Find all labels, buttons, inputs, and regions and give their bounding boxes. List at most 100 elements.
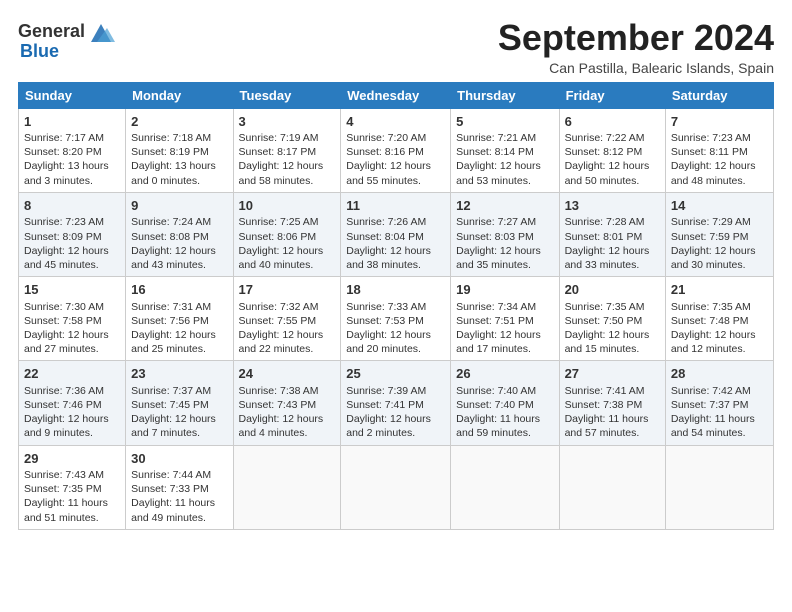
- day-info: Sunrise: 7:42 AMSunset: 7:37 PMDaylight:…: [671, 384, 768, 441]
- calendar-cell: [233, 445, 341, 529]
- header-wednesday: Wednesday: [341, 82, 451, 108]
- day-info: Sunrise: 7:23 AMSunset: 8:11 PMDaylight:…: [671, 131, 768, 188]
- day-info: Sunrise: 7:17 AMSunset: 8:20 PMDaylight:…: [24, 131, 120, 188]
- header-sunday: Sunday: [19, 82, 126, 108]
- day-info: Sunrise: 7:32 AMSunset: 7:55 PMDaylight:…: [239, 300, 336, 357]
- day-info: Sunrise: 7:30 AMSunset: 7:58 PMDaylight:…: [24, 300, 120, 357]
- calendar-cell: 29Sunrise: 7:43 AMSunset: 7:35 PMDayligh…: [19, 445, 126, 529]
- day-info: Sunrise: 7:19 AMSunset: 8:17 PMDaylight:…: [239, 131, 336, 188]
- week-row-5: 29Sunrise: 7:43 AMSunset: 7:35 PMDayligh…: [19, 445, 774, 529]
- calendar-cell: 7Sunrise: 7:23 AMSunset: 8:11 PMDaylight…: [665, 108, 773, 192]
- header-tuesday: Tuesday: [233, 82, 341, 108]
- day-number: 26: [456, 365, 553, 383]
- day-info: Sunrise: 7:40 AMSunset: 7:40 PMDaylight:…: [456, 384, 553, 441]
- day-number: 6: [565, 113, 660, 131]
- day-number: 17: [239, 281, 336, 299]
- calendar-cell: 18Sunrise: 7:33 AMSunset: 7:53 PMDayligh…: [341, 277, 451, 361]
- day-number: 3: [239, 113, 336, 131]
- calendar-cell: [341, 445, 451, 529]
- day-info: Sunrise: 7:25 AMSunset: 8:06 PMDaylight:…: [239, 215, 336, 272]
- day-info: Sunrise: 7:39 AMSunset: 7:41 PMDaylight:…: [346, 384, 445, 441]
- day-number: 24: [239, 365, 336, 383]
- week-row-4: 22Sunrise: 7:36 AMSunset: 7:46 PMDayligh…: [19, 361, 774, 445]
- day-number: 1: [24, 113, 120, 131]
- day-info: Sunrise: 7:27 AMSunset: 8:03 PMDaylight:…: [456, 215, 553, 272]
- calendar-cell: 6Sunrise: 7:22 AMSunset: 8:12 PMDaylight…: [559, 108, 665, 192]
- calendar-cell: 22Sunrise: 7:36 AMSunset: 7:46 PMDayligh…: [19, 361, 126, 445]
- calendar-cell: 15Sunrise: 7:30 AMSunset: 7:58 PMDayligh…: [19, 277, 126, 361]
- calendar-cell: 16Sunrise: 7:31 AMSunset: 7:56 PMDayligh…: [126, 277, 233, 361]
- day-number: 25: [346, 365, 445, 383]
- calendar-cell: 23Sunrise: 7:37 AMSunset: 7:45 PMDayligh…: [126, 361, 233, 445]
- day-number: 13: [565, 197, 660, 215]
- week-row-1: 1Sunrise: 7:17 AMSunset: 8:20 PMDaylight…: [19, 108, 774, 192]
- header-saturday: Saturday: [665, 82, 773, 108]
- page: General Blue September 2024 Can Pastilla…: [0, 0, 792, 612]
- day-number: 29: [24, 450, 120, 468]
- calendar-cell: 4Sunrise: 7:20 AMSunset: 8:16 PMDaylight…: [341, 108, 451, 192]
- day-info: Sunrise: 7:35 AMSunset: 7:50 PMDaylight:…: [565, 300, 660, 357]
- day-info: Sunrise: 7:37 AMSunset: 7:45 PMDaylight:…: [131, 384, 227, 441]
- day-info: Sunrise: 7:34 AMSunset: 7:51 PMDaylight:…: [456, 300, 553, 357]
- logo-blue-text: Blue: [20, 42, 59, 62]
- day-info: Sunrise: 7:26 AMSunset: 8:04 PMDaylight:…: [346, 215, 445, 272]
- calendar-cell: 28Sunrise: 7:42 AMSunset: 7:37 PMDayligh…: [665, 361, 773, 445]
- calendar-cell: 19Sunrise: 7:34 AMSunset: 7:51 PMDayligh…: [451, 277, 559, 361]
- day-number: 9: [131, 197, 227, 215]
- day-number: 28: [671, 365, 768, 383]
- calendar-cell: 9Sunrise: 7:24 AMSunset: 8:08 PMDaylight…: [126, 192, 233, 276]
- calendar-cell: 5Sunrise: 7:21 AMSunset: 8:14 PMDaylight…: [451, 108, 559, 192]
- logo-icon: [87, 18, 115, 46]
- day-number: 8: [24, 197, 120, 215]
- day-number: 23: [131, 365, 227, 383]
- calendar-cell: 3Sunrise: 7:19 AMSunset: 8:17 PMDaylight…: [233, 108, 341, 192]
- calendar-cell: 24Sunrise: 7:38 AMSunset: 7:43 PMDayligh…: [233, 361, 341, 445]
- day-info: Sunrise: 7:21 AMSunset: 8:14 PMDaylight:…: [456, 131, 553, 188]
- calendar-cell: 20Sunrise: 7:35 AMSunset: 7:50 PMDayligh…: [559, 277, 665, 361]
- calendar-cell: [559, 445, 665, 529]
- calendar-cell: 12Sunrise: 7:27 AMSunset: 8:03 PMDayligh…: [451, 192, 559, 276]
- calendar-cell: 25Sunrise: 7:39 AMSunset: 7:41 PMDayligh…: [341, 361, 451, 445]
- calendar-cell: 26Sunrise: 7:40 AMSunset: 7:40 PMDayligh…: [451, 361, 559, 445]
- title-area: September 2024 Can Pastilla, Balearic Is…: [498, 18, 774, 76]
- day-info: Sunrise: 7:41 AMSunset: 7:38 PMDaylight:…: [565, 384, 660, 441]
- calendar-cell: 2Sunrise: 7:18 AMSunset: 8:19 PMDaylight…: [126, 108, 233, 192]
- day-number: 15: [24, 281, 120, 299]
- header-friday: Friday: [559, 82, 665, 108]
- day-number: 22: [24, 365, 120, 383]
- day-number: 11: [346, 197, 445, 215]
- header-monday: Monday: [126, 82, 233, 108]
- day-info: Sunrise: 7:43 AMSunset: 7:35 PMDaylight:…: [24, 468, 120, 525]
- calendar-cell: 11Sunrise: 7:26 AMSunset: 8:04 PMDayligh…: [341, 192, 451, 276]
- day-number: 2: [131, 113, 227, 131]
- calendar-cell: 8Sunrise: 7:23 AMSunset: 8:09 PMDaylight…: [19, 192, 126, 276]
- day-info: Sunrise: 7:20 AMSunset: 8:16 PMDaylight:…: [346, 131, 445, 188]
- day-info: Sunrise: 7:31 AMSunset: 7:56 PMDaylight:…: [131, 300, 227, 357]
- day-info: Sunrise: 7:22 AMSunset: 8:12 PMDaylight:…: [565, 131, 660, 188]
- day-number: 16: [131, 281, 227, 299]
- day-info: Sunrise: 7:33 AMSunset: 7:53 PMDaylight:…: [346, 300, 445, 357]
- calendar-cell: 1Sunrise: 7:17 AMSunset: 8:20 PMDaylight…: [19, 108, 126, 192]
- day-info: Sunrise: 7:38 AMSunset: 7:43 PMDaylight:…: [239, 384, 336, 441]
- day-number: 14: [671, 197, 768, 215]
- calendar-cell: 21Sunrise: 7:35 AMSunset: 7:48 PMDayligh…: [665, 277, 773, 361]
- location-subtitle: Can Pastilla, Balearic Islands, Spain: [498, 60, 774, 76]
- calendar-cell: 13Sunrise: 7:28 AMSunset: 8:01 PMDayligh…: [559, 192, 665, 276]
- week-row-3: 15Sunrise: 7:30 AMSunset: 7:58 PMDayligh…: [19, 277, 774, 361]
- calendar-cell: 27Sunrise: 7:41 AMSunset: 7:38 PMDayligh…: [559, 361, 665, 445]
- calendar-cell: [451, 445, 559, 529]
- day-number: 20: [565, 281, 660, 299]
- day-number: 18: [346, 281, 445, 299]
- day-info: Sunrise: 7:35 AMSunset: 7:48 PMDaylight:…: [671, 300, 768, 357]
- weekday-header-row: Sunday Monday Tuesday Wednesday Thursday…: [19, 82, 774, 108]
- calendar-cell: 30Sunrise: 7:44 AMSunset: 7:33 PMDayligh…: [126, 445, 233, 529]
- day-info: Sunrise: 7:29 AMSunset: 7:59 PMDaylight:…: [671, 215, 768, 272]
- calendar-cell: 17Sunrise: 7:32 AMSunset: 7:55 PMDayligh…: [233, 277, 341, 361]
- day-info: Sunrise: 7:36 AMSunset: 7:46 PMDaylight:…: [24, 384, 120, 441]
- day-info: Sunrise: 7:23 AMSunset: 8:09 PMDaylight:…: [24, 215, 120, 272]
- day-number: 27: [565, 365, 660, 383]
- week-row-2: 8Sunrise: 7:23 AMSunset: 8:09 PMDaylight…: [19, 192, 774, 276]
- month-title: September 2024: [498, 18, 774, 58]
- day-number: 12: [456, 197, 553, 215]
- header-thursday: Thursday: [451, 82, 559, 108]
